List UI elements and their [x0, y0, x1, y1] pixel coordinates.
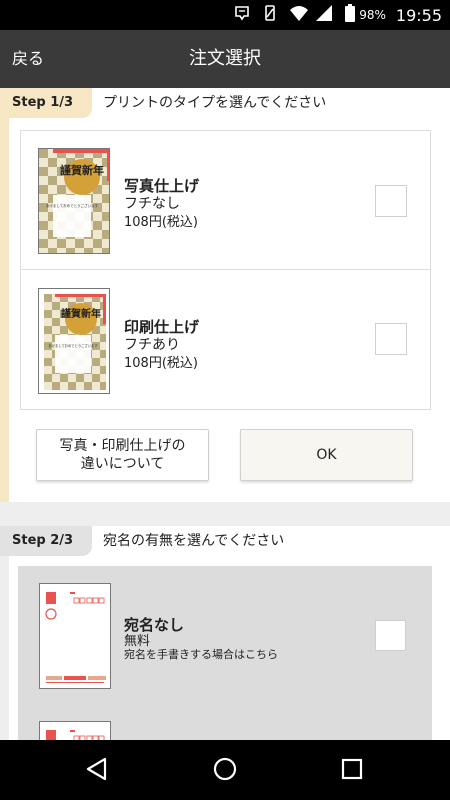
wifi-icon: [289, 4, 309, 26]
step2-question: 宛名の有無を選んでください: [103, 533, 285, 549]
card-greeting-text: 謹賀新年: [60, 163, 104, 177]
option-subtitle: フチあり: [124, 337, 180, 353]
vibrate-icon: [261, 4, 279, 26]
print-option-print[interactable]: 謹賀新年 あけましておめでとうございます 印刷仕上げ フチあり 108円(税込): [21, 270, 430, 409]
ok-button[interactable]: OK: [240, 429, 413, 481]
step2-label: Step 2/3: [0, 526, 92, 556]
home-nav-icon[interactable]: [195, 740, 255, 800]
back-nav-icon[interactable]: [67, 740, 127, 800]
postcard-address-side-image: [39, 583, 111, 689]
option-price: 108円(税込): [124, 356, 198, 371]
status-bar: 98% 19:55: [0, 0, 450, 30]
step1-accent-rail: [0, 116, 9, 502]
step2-section: Step 2/3 宛名の有無を選んでください 宛名なし 無料 宛名を手書きする場…: [0, 526, 450, 740]
step1-label: Step 1/3: [0, 88, 92, 118]
address-options: 宛名なし 無料 宛名を手書きする場合はこちら: [18, 566, 432, 740]
card-message-text: あけましておめでとうございます: [48, 343, 98, 348]
no-address-checkbox[interactable]: [375, 620, 406, 651]
option-subtitle: フチなし: [124, 196, 180, 212]
notification-icon: [233, 4, 251, 26]
option-note: 宛名を手書きする場合はこちら: [124, 648, 278, 661]
print-finish-checkbox[interactable]: [375, 323, 407, 355]
status-icons: 98% 19:55: [233, 0, 450, 30]
finish-difference-button[interactable]: 写真・印刷仕上げの 違いについて: [36, 429, 209, 481]
button-label-line1: 写真・印刷仕上げの: [59, 438, 186, 454]
battery-percent: 98%: [359, 8, 386, 22]
order-selection-content[interactable]: Step 1/3 プリントのタイプを選んでください 謹賀新年 あけましておめでと…: [0, 88, 450, 740]
app-header: 戻る 注文選択: [0, 30, 450, 88]
recent-apps-icon[interactable]: [322, 740, 382, 800]
card-greeting-text: 謹賀新年: [61, 307, 101, 320]
postcard-address-side-image-partial: [39, 721, 111, 740]
step1-question: プリントのタイプを選んでください: [103, 95, 327, 111]
print-finish-card-image: 謹賀新年 あけましておめでとうございます: [38, 288, 110, 394]
photo-finish-checkbox[interactable]: [375, 185, 407, 217]
option-price: 108円(税込): [124, 215, 198, 230]
card-message-text: あけましておめでとうございます: [46, 203, 99, 208]
signal-icon: [315, 4, 333, 26]
clock: 19:55: [395, 5, 442, 25]
page-title: 注文選択: [189, 48, 261, 69]
photo-finish-card-image: 謹賀新年 あけましておめでとうございます: [38, 148, 110, 254]
button-label-line2: 違いについて: [80, 456, 165, 472]
step1-section: Step 1/3 プリントのタイプを選んでください 謹賀新年 あけましておめでと…: [0, 88, 450, 502]
battery-icon: [345, 4, 356, 26]
step2-accent-rail: [0, 526, 9, 740]
section-divider: [0, 502, 450, 526]
system-nav-bar: [0, 740, 450, 800]
print-type-options: 謹賀新年 あけましておめでとうございます 写真仕上げ フチなし 108円(税込): [20, 130, 431, 410]
print-option-photo[interactable]: 謹賀新年 あけましておめでとうございます 写真仕上げ フチなし 108円(税込): [21, 131, 430, 270]
